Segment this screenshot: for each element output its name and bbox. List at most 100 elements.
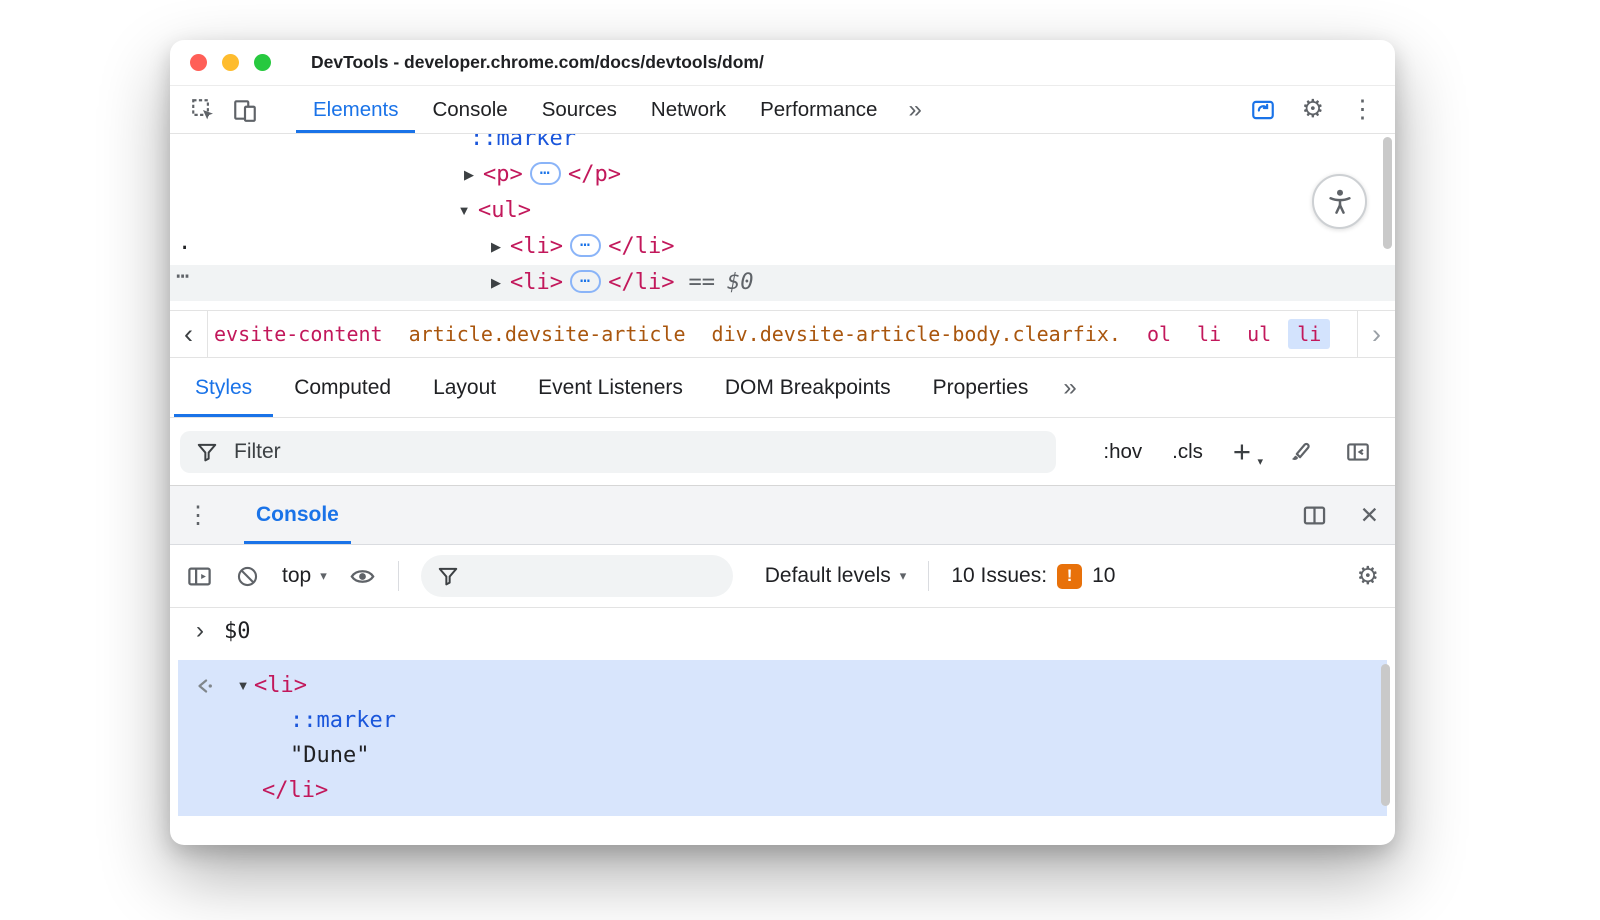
marker-pseudo-element: ::marker: [470, 134, 576, 151]
dock-sidebar-icon[interactable]: [1345, 439, 1371, 465]
tab-styles[interactable]: Styles: [174, 358, 273, 417]
settings-gear-icon[interactable]: ⚙: [1302, 97, 1324, 122]
device-toolbar-icon[interactable]: [232, 97, 258, 123]
breadcrumb-ol[interactable]: ol: [1147, 322, 1171, 346]
main-menu-kebab-icon[interactable]: ⋮: [1350, 97, 1375, 122]
tab-dom-breakpoints[interactable]: DOM Breakpoints: [704, 358, 912, 417]
disclosure-down-icon[interactable]: ▼: [232, 668, 254, 703]
filter-funnel-icon: [437, 565, 459, 587]
console-toolbar: top▾ Default levels▾ 10 Issues: ! 10 ⚙: [170, 545, 1395, 608]
breadcrumb-div[interactable]: div.devsite-article-body.clearfix.: [712, 322, 1121, 346]
breadcrumb-bar: ‹ evsite-content article.devsite-article…: [170, 310, 1395, 358]
new-style-rule-caret-icon: ▾: [1257, 455, 1263, 468]
elements-scrollbar-thumb[interactable]: [1383, 137, 1392, 249]
string-value: "Dune": [290, 743, 369, 768]
drawer-tab-console[interactable]: Console: [244, 486, 351, 544]
tab-properties[interactable]: Properties: [912, 358, 1050, 417]
console-drawer-header: ⋮ Console ✕: [170, 486, 1395, 545]
split-panel-icon[interactable]: [1301, 502, 1328, 529]
titlebar: DevTools - developer.chrome.com/docs/dev…: [170, 40, 1395, 86]
evaluated-expression: $0: [224, 619, 251, 644]
breadcrumb-article[interactable]: article.devsite-article: [409, 322, 686, 346]
console-result-li-open[interactable]: ▼<li>: [178, 668, 1387, 703]
toolbar-divider: [928, 561, 929, 591]
breadcrumb-scroll-right-icon[interactable]: ›: [1357, 311, 1395, 357]
live-expression-eye-icon[interactable]: [349, 563, 376, 590]
elements-panel: ::marker ▶<p>⋯</p> ▼<ul> ▶<li>⋯</li> ▶<l…: [170, 134, 1395, 310]
breadcrumb-ul[interactable]: ul: [1247, 322, 1271, 346]
main-toolbar: Elements Console Sources Network Perform…: [170, 86, 1395, 134]
tag-open: <li>: [510, 234, 563, 259]
console-evaluated-line[interactable]: › $0: [170, 608, 1395, 654]
zoom-window-button[interactable]: [254, 54, 271, 71]
console-filter-pill[interactable]: [421, 555, 733, 597]
window-title: DevTools - developer.chrome.com/docs/dev…: [311, 52, 764, 73]
disclosure-right-icon[interactable]: ▶: [482, 265, 510, 301]
rendering-brush-icon[interactable]: [1289, 439, 1315, 465]
more-styles-tabs-icon[interactable]: »: [1049, 358, 1090, 417]
tag-open: <p>: [483, 162, 523, 187]
tab-sources[interactable]: Sources: [525, 86, 634, 133]
console-messages: › $0 ▼<li> ::marker "Dune": [170, 608, 1395, 845]
collapsed-ellipsis-icon[interactable]: ⋯: [530, 162, 561, 185]
breadcrumb-li-selected[interactable]: li: [1288, 319, 1330, 349]
tab-console[interactable]: Console: [415, 86, 524, 133]
minimize-window-button[interactable]: [222, 54, 239, 71]
collapsed-ellipsis-icon[interactable]: ⋯: [570, 270, 601, 293]
console-sidebar-icon[interactable]: [186, 563, 213, 590]
styles-filter-input[interactable]: [232, 439, 1040, 465]
drawer-menu-kebab-icon[interactable]: ⋮: [186, 486, 220, 544]
breadcrumb-scroll-left-icon[interactable]: ‹: [170, 311, 208, 357]
toggle-element-state-button[interactable]: :hov: [1103, 440, 1142, 464]
breadcrumb-li[interactable]: li: [1197, 322, 1221, 346]
console-result-marker[interactable]: ::marker: [178, 703, 1387, 738]
dom-node-li-selected[interactable]: ▶<li>⋯</li>==$0: [170, 265, 1395, 301]
tab-layout[interactable]: Layout: [412, 358, 517, 417]
more-tabs-icon[interactable]: »: [894, 86, 935, 133]
accessibility-person-icon: [1325, 187, 1355, 217]
tab-network[interactable]: Network: [634, 86, 743, 133]
javascript-context-dropdown[interactable]: top▾: [282, 564, 327, 588]
gutter-ellipsis: ⋯: [176, 264, 190, 289]
disclosure-right-icon[interactable]: ▶: [482, 229, 510, 265]
issues-label: 10 Issues:: [951, 564, 1047, 588]
element-classes-button[interactable]: .cls: [1172, 440, 1203, 464]
tag-close: </li>: [608, 234, 674, 259]
console-settings-gear-icon[interactable]: ⚙: [1357, 564, 1379, 589]
styles-filter-row: :hov .cls +▾: [170, 418, 1395, 486]
dom-node-ul[interactable]: ▼<ul>: [170, 193, 1395, 229]
console-filter-input[interactable]: [471, 563, 746, 589]
accessibility-button[interactable]: [1312, 174, 1367, 229]
collapsed-ellipsis-icon[interactable]: ⋯: [570, 234, 601, 257]
close-drawer-icon[interactable]: ✕: [1360, 502, 1379, 529]
tab-performance[interactable]: Performance: [743, 86, 894, 133]
clear-console-icon[interactable]: [235, 564, 260, 589]
sync-feature-icon[interactable]: [1250, 97, 1276, 123]
new-style-rule-button[interactable]: +▾: [1233, 434, 1259, 470]
disclosure-down-icon[interactable]: ▼: [450, 193, 478, 229]
close-window-button[interactable]: [190, 54, 207, 71]
devtools-window: DevTools - developer.chrome.com/docs/dev…: [170, 40, 1395, 845]
dom-node-marker[interactable]: ::marker: [170, 134, 1395, 157]
log-levels-dropdown[interactable]: Default levels▾: [765, 564, 907, 588]
styles-filter-pill[interactable]: [180, 431, 1056, 473]
issues-badge-icon: !: [1057, 564, 1082, 589]
tab-computed[interactable]: Computed: [273, 358, 412, 417]
dropdown-caret-icon: ▾: [320, 568, 327, 584]
tag-close: </li>: [608, 270, 674, 295]
dom-node-li-1[interactable]: ▶<li> ⋯ </li>: [170, 229, 1395, 265]
styles-tab-bar: Styles Computed Layout Event Listeners D…: [170, 358, 1395, 418]
tag-close: </li>: [262, 778, 328, 803]
tab-elements[interactable]: Elements: [296, 86, 415, 133]
inspect-element-icon[interactable]: [190, 97, 216, 123]
issues-counter[interactable]: 10 Issues: ! 10: [951, 564, 1115, 589]
dom-node-p[interactable]: ▶<p> ⋯ </p>: [170, 157, 1395, 193]
filter-funnel-icon: [196, 441, 218, 463]
breadcrumb-devsite-content[interactable]: evsite-content: [214, 322, 383, 346]
tab-event-listeners[interactable]: Event Listeners: [517, 358, 704, 417]
disclosure-right-icon[interactable]: ▶: [455, 157, 483, 193]
toolbar-divider: [398, 561, 399, 591]
tag-open: <li>: [254, 668, 307, 703]
console-scrollbar-thumb[interactable]: [1381, 664, 1390, 806]
tag-close: </p>: [568, 162, 621, 187]
